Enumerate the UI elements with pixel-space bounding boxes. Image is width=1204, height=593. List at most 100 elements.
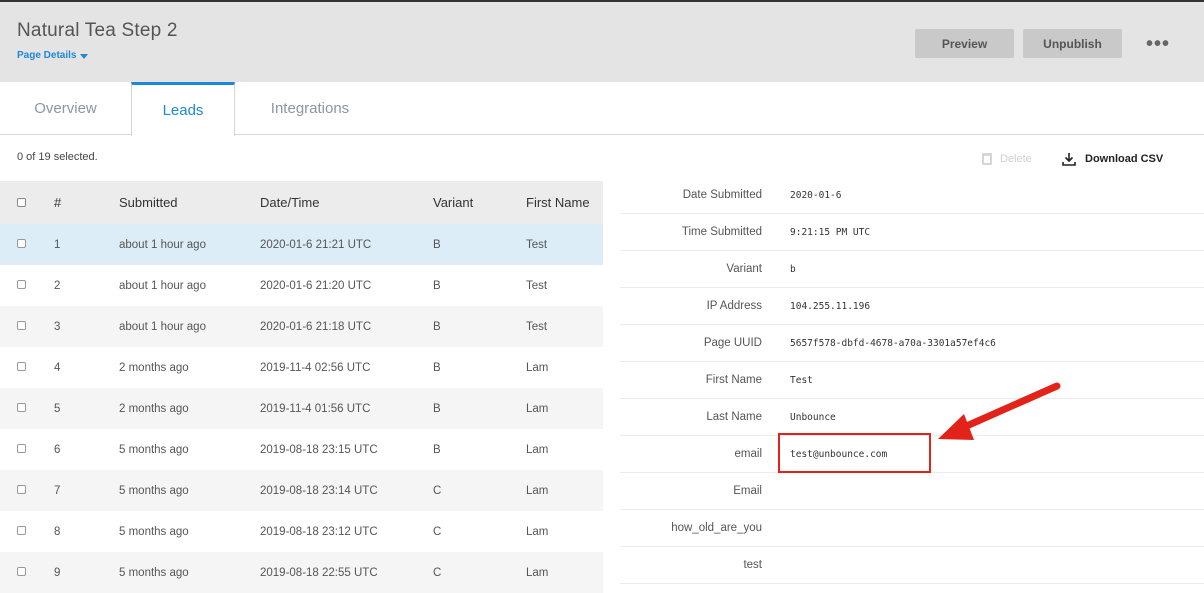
leads-table: # Submitted Date/Time Variant First Name…: [0, 181, 603, 593]
tab-leads[interactable]: Leads: [131, 82, 235, 136]
selection-count: 0 of 19 selected.: [17, 151, 98, 163]
more-options-icon[interactable]: •••: [1146, 34, 1170, 54]
tab-integrations[interactable]: Integrations: [235, 82, 385, 135]
page-details-dropdown[interactable]: Page Details: [17, 50, 89, 61]
table-row[interactable]: 6 5 months ago 2019-08-18 23:15 UTC B La…: [0, 429, 603, 470]
detail-value: Unbounce: [790, 411, 836, 423]
trash-icon: [982, 153, 992, 165]
table-row[interactable]: 1 about 1 hour ago 2020-01-6 21:21 UTC B…: [0, 224, 603, 265]
table-row[interactable]: 4 2 months ago 2019-11-4 02:56 UTC B Lam: [0, 347, 603, 388]
cell-submitted: about 1 hour ago: [119, 320, 206, 333]
table-row[interactable]: 7 5 months ago 2019-08-18 23:14 UTC C La…: [0, 470, 603, 511]
cell-variant: B: [433, 361, 441, 374]
table-row[interactable]: 3 about 1 hour ago 2020-01-6 21:18 UTC B…: [0, 306, 603, 347]
cell-first-name: Lam: [526, 484, 549, 497]
detail-row: Page UUID 5657f578-dbfd-4678-a70a-3301a5…: [620, 325, 1204, 362]
cell-number: 1: [54, 238, 61, 251]
row-checkbox[interactable]: [17, 402, 26, 412]
delete-label: Delete: [1000, 153, 1032, 165]
cell-datetime: 2019-08-18 23:14 UTC: [260, 484, 378, 497]
row-checkbox[interactable]: [17, 566, 26, 576]
detail-row: test: [620, 547, 1204, 584]
row-checkbox[interactable]: [17, 320, 26, 330]
cell-first-name: Test: [526, 238, 548, 251]
detail-label: Email: [733, 485, 762, 497]
caret-down-icon: [80, 53, 89, 59]
cell-first-name: Lam: [526, 402, 549, 415]
delete-button[interactable]: Delete: [982, 153, 1032, 165]
column-header-submitted[interactable]: Submitted: [119, 195, 260, 210]
cell-number: 7: [54, 484, 61, 497]
cell-datetime: 2020-01-6 21:18 UTC: [260, 320, 372, 333]
cell-datetime: 2019-11-4 01:56 UTC: [260, 402, 371, 415]
table-row[interactable]: 8 5 months ago 2019-08-18 23:12 UTC C La…: [0, 511, 603, 552]
detail-label: Date Submitted: [682, 189, 762, 201]
detail-label: test: [743, 559, 762, 571]
column-header-first-name[interactable]: First Name: [526, 195, 603, 210]
detail-value: 9:21:15 PM UTC: [790, 226, 871, 238]
cell-datetime: 2020-01-6 21:21 UTC: [260, 238, 372, 251]
lead-detail-panel: Date Submitted 2020-01-6 Time Submitted …: [620, 177, 1204, 584]
highlight-box: [778, 433, 931, 473]
row-checkbox[interactable]: [17, 279, 26, 289]
cell-variant: B: [433, 443, 441, 456]
detail-label: Variant: [726, 263, 762, 275]
cell-variant: B: [433, 402, 441, 415]
detail-value: Test: [790, 374, 813, 386]
cell-first-name: Lam: [526, 525, 549, 538]
table-row[interactable]: 2 about 1 hour ago 2020-01-6 21:20 UTC B…: [0, 265, 603, 306]
page-header: Natural Tea Step 2 Page Details Preview …: [0, 0, 1204, 82]
detail-label: Time Submitted: [681, 226, 762, 238]
detail-value: b: [790, 263, 796, 275]
cell-submitted: 5 months ago: [119, 566, 189, 579]
detail-label: First Name: [705, 374, 762, 386]
row-checkbox[interactable]: [17, 484, 26, 494]
cell-number: 4: [54, 361, 61, 374]
detail-value: 2020-01-6: [790, 189, 842, 201]
cell-variant: C: [433, 525, 442, 538]
tab-overview[interactable]: Overview: [0, 82, 131, 135]
detail-value: 5657f578-dbfd-4678-a70a-3301a57ef4c6: [790, 337, 996, 349]
column-header-number[interactable]: #: [54, 195, 119, 210]
page-title: Natural Tea Step 2: [17, 20, 178, 41]
cell-submitted: 2 months ago: [119, 402, 189, 415]
select-all-checkbox[interactable]: [17, 198, 26, 207]
cell-submitted: 5 months ago: [119, 484, 189, 497]
table-row[interactable]: 5 2 months ago 2019-11-4 01:56 UTC B Lam: [0, 388, 603, 429]
row-checkbox[interactable]: [17, 525, 26, 535]
download-csv-label: Download CSV: [1085, 153, 1164, 165]
detail-row: how_old_are_you: [620, 510, 1204, 547]
detail-row: Email: [620, 473, 1204, 510]
column-header-variant[interactable]: Variant: [433, 195, 526, 210]
detail-label: how_old_are_you: [671, 522, 762, 534]
detail-label: Last Name: [706, 411, 762, 423]
cell-variant: B: [433, 238, 441, 251]
cell-number: 5: [54, 402, 61, 415]
unpublish-button[interactable]: Unpublish: [1023, 29, 1122, 58]
tab-bar: Overview Leads Integrations: [0, 82, 1204, 136]
cell-submitted: about 1 hour ago: [119, 238, 206, 251]
cell-datetime: 2020-01-6 21:20 UTC: [260, 279, 372, 292]
table-row[interactable]: 9 5 months ago 2019-08-18 22:55 UTC C La…: [0, 552, 603, 593]
preview-button[interactable]: Preview: [915, 29, 1014, 58]
column-header-datetime[interactable]: Date/Time: [260, 195, 433, 210]
row-checkbox[interactable]: [17, 361, 26, 371]
cell-number: 8: [54, 525, 61, 538]
cell-first-name: Lam: [526, 361, 549, 374]
detail-row: Date Submitted 2020-01-6: [620, 177, 1204, 214]
detail-label: Page UUID: [703, 337, 762, 349]
download-icon: [1062, 153, 1076, 166]
row-checkbox[interactable]: [17, 443, 26, 453]
detail-row: First Name Test: [620, 362, 1204, 399]
detail-value: 104.255.11.196: [790, 300, 871, 312]
cell-variant: B: [433, 320, 441, 333]
cell-number: 6: [54, 443, 61, 456]
download-csv-button[interactable]: Download CSV: [1062, 152, 1163, 166]
detail-row: Time Submitted 9:21:15 PM UTC: [620, 214, 1204, 251]
table-body: 1 about 1 hour ago 2020-01-6 21:21 UTC B…: [0, 224, 603, 593]
cell-number: 9: [54, 566, 61, 579]
row-checkbox[interactable]: [17, 238, 26, 248]
cell-datetime: 2019-08-18 23:12 UTC: [260, 525, 378, 538]
detail-row: Variant b: [620, 251, 1204, 288]
table-header: # Submitted Date/Time Variant First Name: [0, 181, 603, 224]
